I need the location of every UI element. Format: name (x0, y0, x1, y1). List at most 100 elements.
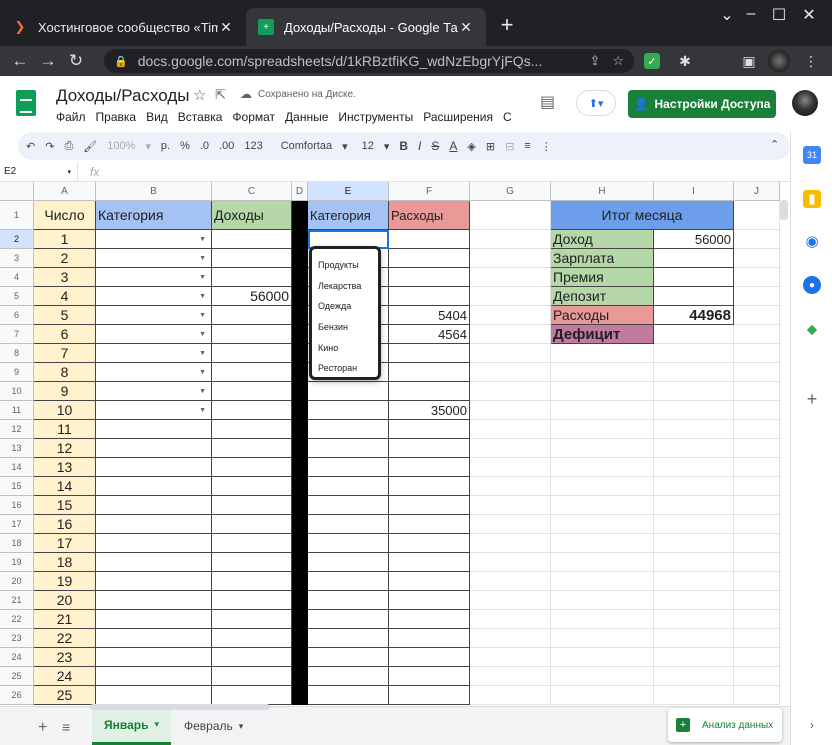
row-header-24[interactable]: 24 (0, 648, 34, 667)
income-cell[interactable] (212, 553, 292, 572)
cell-j[interactable] (734, 363, 780, 382)
chevron-down-icon[interactable]: ▼ (199, 350, 206, 357)
number-cell[interactable]: 4 (34, 287, 96, 306)
expense-category-cell[interactable] (308, 686, 389, 705)
number-cell[interactable]: 12 (34, 439, 96, 458)
cell-j[interactable] (734, 249, 780, 268)
cell-g[interactable] (470, 420, 551, 439)
cell-j[interactable] (734, 344, 780, 363)
cell-g[interactable] (470, 591, 551, 610)
sheet-tab-january[interactable]: Январь ▾ (92, 707, 172, 745)
summary-bonus-value[interactable] (654, 268, 734, 287)
cell-i[interactable] (654, 667, 734, 686)
income-cell[interactable] (212, 268, 292, 287)
category-cell[interactable]: ▼ (96, 363, 212, 382)
cell-g[interactable] (470, 496, 551, 515)
cell-i[interactable] (654, 572, 734, 591)
cell-g[interactable] (470, 306, 551, 325)
row-header-4[interactable]: 4 (0, 268, 34, 287)
expense-category-cell[interactable] (308, 420, 389, 439)
tasks-icon[interactable]: ◉ (803, 232, 821, 250)
expense-category-cell[interactable] (308, 648, 389, 667)
dropdown-option[interactable]: Ресторан (312, 358, 378, 379)
column-header-j[interactable]: J (734, 182, 780, 201)
row-header-5[interactable]: 5 (0, 287, 34, 306)
column-header-h[interactable]: H (551, 182, 654, 201)
expense-cell[interactable] (389, 477, 470, 496)
fill-color-icon[interactable]: ◈ (467, 140, 475, 153)
row-header-21[interactable]: 21 (0, 591, 34, 610)
close-tab-icon[interactable]: ✕ (218, 19, 234, 36)
summary-deficit-label[interactable]: Дефицит (551, 325, 654, 344)
horizontal-scrollbar[interactable] (90, 704, 270, 710)
expense-cell[interactable] (389, 572, 470, 591)
dropdown-option[interactable]: Продукты (312, 255, 378, 276)
cell-j[interactable] (734, 382, 780, 401)
category-cell[interactable] (96, 477, 212, 496)
row-header-8[interactable]: 8 (0, 344, 34, 363)
number-cell[interactable]: 22 (34, 629, 96, 648)
cell-j[interactable] (734, 268, 780, 287)
expense-cell[interactable]: 35000 (389, 401, 470, 420)
browser-tab-sheets[interactable]: + Доходы/Расходы - Google Таблицы ✕ (246, 8, 486, 46)
cell-j[interactable] (734, 648, 780, 667)
text-color-button[interactable]: A (449, 139, 457, 153)
summary-expense-value[interactable]: 44968 (654, 306, 734, 325)
expense-category-cell[interactable] (308, 477, 389, 496)
income-cell[interactable] (212, 515, 292, 534)
cell-i[interactable] (654, 496, 734, 515)
number-cell[interactable]: 25 (34, 686, 96, 705)
cell-i[interactable] (654, 382, 734, 401)
category-cell[interactable]: ▼ (96, 306, 212, 325)
keep-icon[interactable]: ▮ (803, 190, 821, 208)
cell-g[interactable] (470, 230, 551, 249)
checkmark-extension-icon[interactable]: ✓ (644, 53, 660, 69)
number-cell[interactable]: 18 (34, 553, 96, 572)
cell-i[interactable] (654, 553, 734, 572)
share-page-icon[interactable]: ⇪ (589, 53, 600, 69)
font-select[interactable]: Comfortaa (281, 140, 332, 152)
cell-g[interactable] (470, 534, 551, 553)
header-income[interactable]: Доходы (212, 201, 292, 230)
number-cell[interactable]: 20 (34, 591, 96, 610)
cell-i[interactable] (654, 686, 734, 705)
category-cell[interactable] (96, 572, 212, 591)
number-cell[interactable]: 13 (34, 458, 96, 477)
cell-h[interactable] (551, 629, 654, 648)
cell-g[interactable] (470, 401, 551, 420)
expense-cell[interactable]: 4564 (389, 325, 470, 344)
income-cell[interactable] (212, 230, 292, 249)
cell-i[interactable] (654, 344, 734, 363)
number-cell[interactable]: 1 (34, 230, 96, 249)
number-cell[interactable]: 17 (34, 534, 96, 553)
summary-deposit-label[interactable]: Депозит (551, 287, 654, 306)
cell-h[interactable] (551, 610, 654, 629)
cell-j[interactable] (734, 230, 780, 249)
browser-menu-icon[interactable]: ⋮ (800, 50, 822, 72)
category-cell[interactable]: ▼ (96, 401, 212, 420)
expense-cell[interactable] (389, 629, 470, 648)
expense-cell[interactable] (389, 667, 470, 686)
present-button[interactable]: ⬆▾ (576, 90, 616, 116)
borders-icon[interactable]: ⊞ (486, 140, 495, 153)
row-header-20[interactable]: 20 (0, 572, 34, 591)
cell-j[interactable] (734, 629, 780, 648)
cell-i[interactable] (654, 515, 734, 534)
category-cell[interactable]: ▼ (96, 344, 212, 363)
cell-i[interactable] (654, 439, 734, 458)
category-cell[interactable] (96, 591, 212, 610)
cell-i[interactable] (654, 534, 734, 553)
category-cell[interactable] (96, 496, 212, 515)
expense-category-cell[interactable] (308, 610, 389, 629)
cell-j[interactable] (734, 287, 780, 306)
number-cell[interactable]: 19 (34, 572, 96, 591)
cell-g[interactable] (470, 382, 551, 401)
row-header-15[interactable]: 15 (0, 477, 34, 496)
income-cell[interactable] (212, 249, 292, 268)
menu-data[interactable]: Данные (285, 110, 328, 124)
all-sheets-icon[interactable]: ≡ (62, 719, 70, 735)
income-cell[interactable] (212, 534, 292, 553)
summary-deposit-value[interactable] (654, 287, 734, 306)
address-bar[interactable]: 🔒 docs.google.com/spreadsheets/d/1kRBztf… (104, 49, 634, 73)
number-cell[interactable]: 24 (34, 667, 96, 686)
